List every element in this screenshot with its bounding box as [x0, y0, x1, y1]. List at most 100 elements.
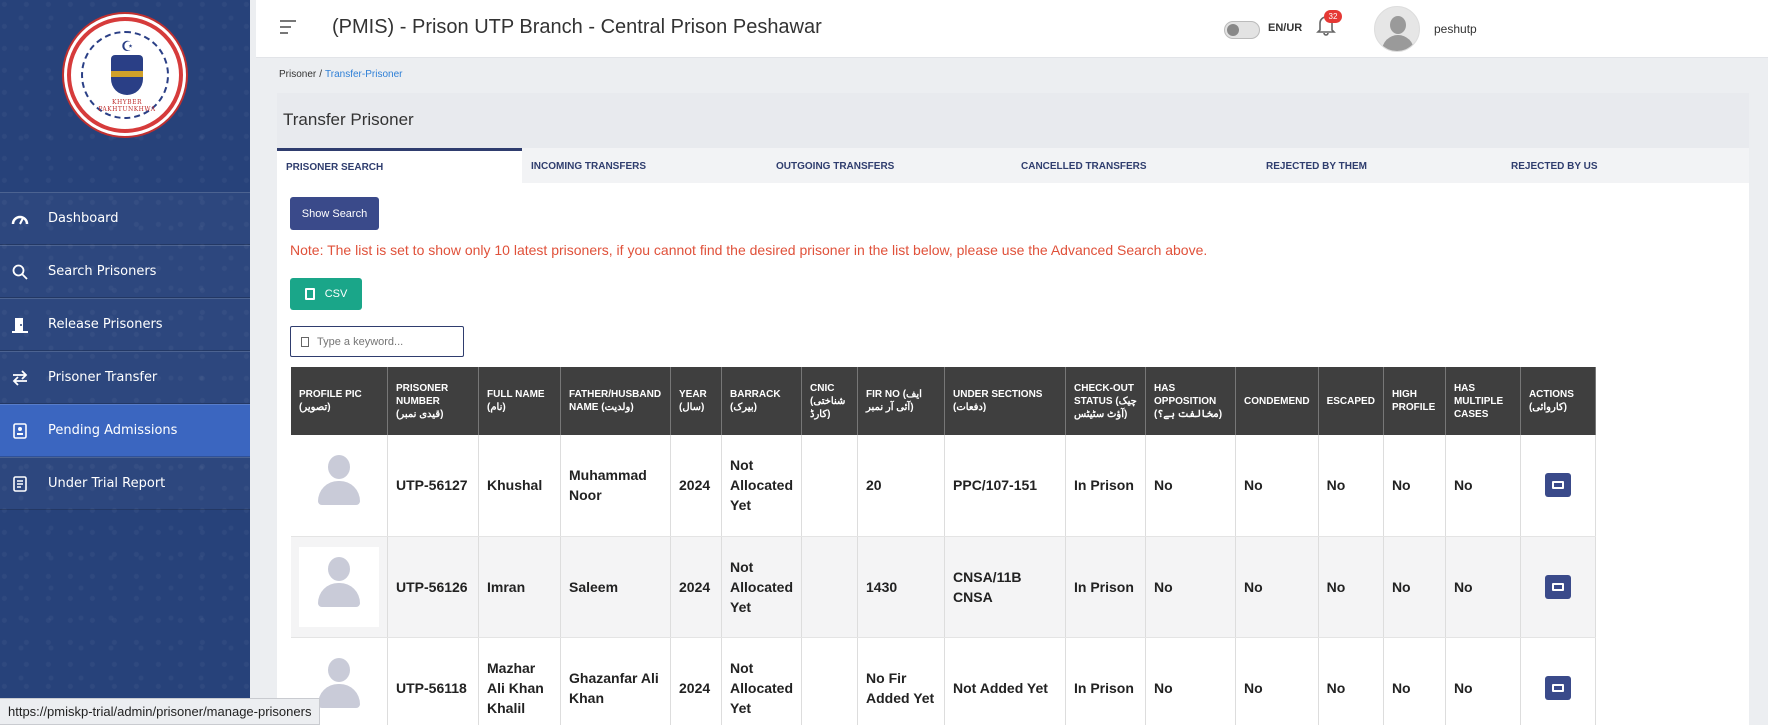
crest-icon — [111, 55, 143, 95]
keyword-search-field[interactable] — [290, 326, 464, 357]
column-header[interactable]: PRISONER NUMBER (قیدی نمبر) — [387, 367, 479, 435]
checkout-status: In Prison — [1065, 435, 1147, 537]
multiple-cases: No — [1445, 536, 1521, 638]
tab-rejected-by-us[interactable]: REJECTED BY US — [1502, 148, 1747, 183]
transfer-tabs: PRISONER SEARCH INCOMING TRANSFERS OUTGO… — [277, 148, 1749, 183]
year: 2024 — [670, 637, 722, 725]
breadcrumb-root[interactable]: Prisoner — [279, 69, 316, 80]
tab-outgoing-transfers[interactable]: OUTGOING TRANSFERS — [767, 148, 1012, 183]
top-header: (PMIS) - Prison UTP Branch - Central Pri… — [256, 0, 1768, 58]
document-icon — [304, 288, 315, 300]
under-sections: PPC/107-151 — [944, 435, 1067, 537]
escaped: No — [1318, 435, 1384, 537]
column-header[interactable]: PROFILE PIC (تصویر) — [291, 367, 388, 435]
column-header[interactable]: UNDER SECTIONS (دفعات) — [944, 367, 1067, 435]
sidebar-item-label: Pending Admissions — [48, 423, 178, 438]
prisoner-number: UTP-56127 — [387, 435, 479, 537]
column-header[interactable]: CONDEMEND — [1235, 367, 1319, 435]
under-sections: CNSA/11B CNSA — [944, 536, 1067, 638]
transfer-action-button[interactable] — [1544, 675, 1571, 700]
barrack: Not Allocated Yet — [721, 637, 803, 725]
column-header[interactable]: YEAR (سال) — [670, 367, 722, 435]
sidebar-item-release-prisoners[interactable]: Release Prisoners — [0, 298, 250, 351]
has-opposition: No — [1145, 536, 1237, 638]
transfer-arrows-icon — [8, 368, 32, 388]
tab-incoming-transfers[interactable]: INCOMING TRANSFERS — [522, 148, 767, 183]
column-header[interactable]: FIR NO (ایف آئی آر نمبر) — [857, 367, 946, 435]
has-opposition: No — [1145, 637, 1237, 725]
tab-prisoner-search[interactable]: PRISONER SEARCH — [277, 148, 522, 183]
under-sections: Not Added Yet — [944, 637, 1067, 725]
show-search-button[interactable]: Show Search — [290, 197, 379, 230]
barrack: Not Allocated Yet — [721, 536, 803, 638]
condemend: No — [1235, 536, 1319, 638]
sidebar-nav: Dashboard Search Prisoners Release Priso… — [0, 192, 250, 510]
username[interactable]: peshutp — [1434, 22, 1477, 36]
prisoner-number: UTP-56126 — [387, 536, 479, 638]
tab-rejected-by-them[interactable]: REJECTED BY THEM — [1257, 148, 1502, 183]
column-header[interactable]: BARRACK (بیرک) — [721, 367, 803, 435]
column-header[interactable]: FATHER/HUSBAND NAME (ولدیت) — [560, 367, 671, 435]
sidebar: ☪ KHYBER PAKHTUNKHWA Dashboard Search Pr… — [0, 0, 250, 725]
tab-cancelled-transfers[interactable]: CANCELLED TRANSFERS — [1012, 148, 1257, 183]
checkout-status: In Prison — [1065, 536, 1147, 638]
sidebar-item-label: Prisoner Transfer — [48, 370, 158, 385]
column-header[interactable]: ESCAPED — [1318, 367, 1384, 435]
high-profile: No — [1383, 637, 1446, 725]
table-row: UTP-56118 Mazhar Ali Khan Khalil Ghazanf… — [291, 637, 1596, 725]
condemend: No — [1235, 435, 1319, 537]
logo-text: KHYBER PAKHTUNKHWA — [98, 99, 156, 113]
search-input[interactable] — [317, 335, 457, 348]
full-name: Khushal — [478, 435, 561, 537]
high-profile: No — [1383, 536, 1446, 638]
transfer-action-button[interactable] — [1544, 574, 1571, 599]
table-row: UTP-56126 Imran Saleem 2024 Not Allocate… — [291, 536, 1596, 638]
breadcrumb-current[interactable]: Transfer-Prisoner — [325, 69, 402, 80]
csv-export-button[interactable]: CSV — [290, 278, 362, 310]
breadcrumb: Prisoner / Transfer-Prisoner — [279, 69, 402, 80]
sidebar-item-under-trial-report[interactable]: Under Trial Report — [0, 457, 250, 510]
transfer-icon — [1551, 582, 1564, 591]
father-name: Ghazanfar Ali Khan — [560, 637, 671, 725]
multiple-cases: No — [1445, 637, 1521, 725]
kp-logo: ☪ KHYBER PAKHTUNKHWA — [67, 17, 183, 133]
father-name: Saleem — [560, 536, 671, 638]
sidebar-item-label: Search Prisoners — [48, 264, 157, 279]
info-note: Note: The list is set to show only 10 la… — [290, 242, 1208, 258]
sidebar-item-dashboard[interactable]: Dashboard — [0, 192, 250, 245]
fir-no: 1430 — [857, 536, 946, 638]
barrack: Not Allocated Yet — [721, 435, 803, 537]
copy-icon — [301, 336, 309, 347]
has-opposition: No — [1145, 435, 1237, 537]
checkout-status: In Prison — [1065, 637, 1147, 725]
column-header: ACTIONS (کاروائی) — [1520, 367, 1596, 435]
breadcrumb-separator: / — [319, 69, 323, 80]
column-header[interactable]: CNIC (شناختی کارڈ) — [801, 367, 859, 435]
sidebar-item-pending-admissions[interactable]: Pending Admissions — [0, 404, 250, 457]
father-name: Muhammad Noor — [560, 435, 671, 537]
fir-no: 20 — [857, 435, 946, 537]
profile-placeholder-icon — [299, 546, 379, 627]
sidebar-item-prisoner-transfer[interactable]: Prisoner Transfer — [0, 351, 250, 404]
column-header[interactable]: CHECK-OUT STATUS (چیک آؤٹ سٹیٹس) — [1065, 367, 1147, 435]
sidebar-item-label: Under Trial Report — [48, 476, 166, 491]
section-title: Transfer Prisoner — [283, 110, 414, 129]
id-card-icon — [8, 421, 32, 441]
column-header[interactable]: HAS OPPOSITION (مخالفت ہے؟) — [1145, 367, 1237, 435]
sidebar-item-label: Release Prisoners — [48, 317, 163, 332]
hamburger-menu-icon[interactable] — [280, 20, 296, 38]
column-header[interactable]: HIGH PROFILE — [1383, 367, 1446, 435]
transfer-icon — [1551, 481, 1564, 490]
language-toggle[interactable] — [1224, 21, 1260, 39]
column-header[interactable]: FULL NAME (نام) — [478, 367, 561, 435]
avatar[interactable] — [1374, 6, 1420, 52]
cnic — [801, 637, 859, 725]
speedometer-icon — [8, 209, 32, 229]
cnic — [801, 435, 859, 537]
year: 2024 — [670, 536, 722, 638]
column-header[interactable]: HAS MULTIPLE CASES — [1445, 367, 1521, 435]
transfer-action-button[interactable] — [1544, 473, 1571, 498]
sidebar-item-search-prisoners[interactable]: Search Prisoners — [0, 245, 250, 298]
table-header-row: PROFILE PIC (تصویر) PRISONER NUMBER (قیدی … — [291, 367, 1596, 435]
condemend: No — [1235, 637, 1319, 725]
